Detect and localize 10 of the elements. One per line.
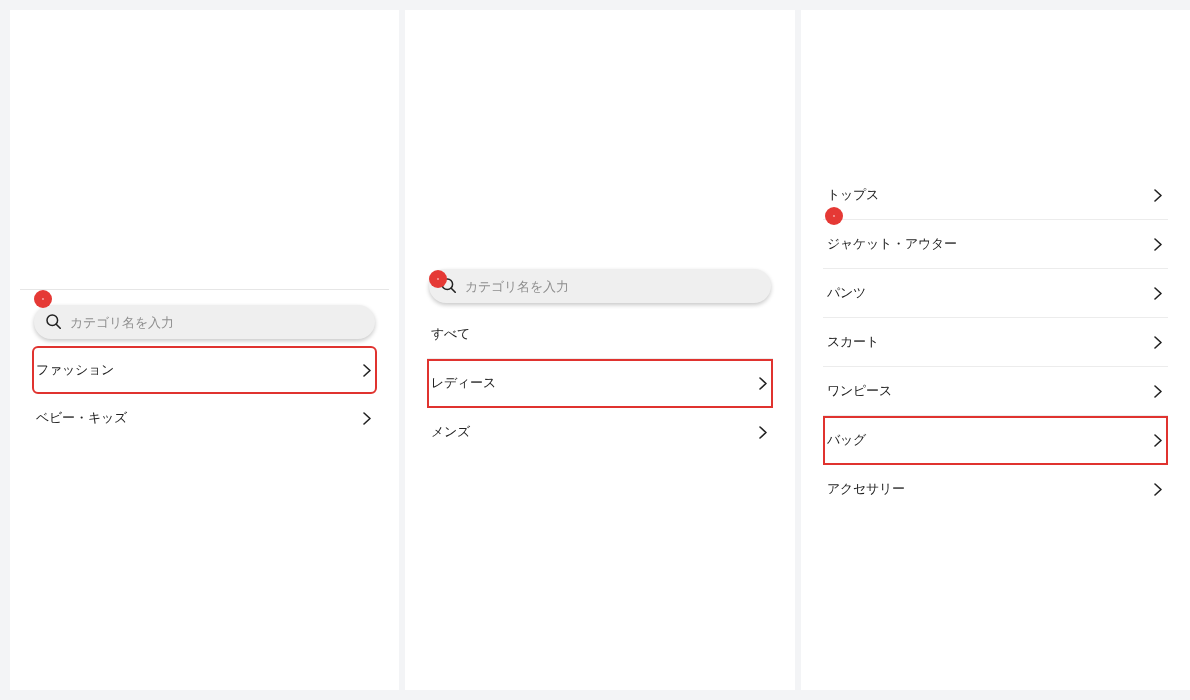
search-field[interactable]: カテゴリ名を入力	[429, 269, 771, 303]
tap-marker-icon	[429, 270, 448, 288]
tap-marker-icon	[34, 290, 52, 308]
category-item[interactable]: バッグ	[822, 416, 1168, 465]
category-item[interactable]: ファッション	[32, 346, 378, 394]
search-icon	[441, 278, 457, 293]
search-icon	[46, 314, 61, 329]
category-item[interactable]: レディース	[427, 359, 773, 408]
search-field[interactable]: カテゴリ名を入力	[34, 305, 376, 339]
tap-marker-icon	[824, 207, 843, 225]
